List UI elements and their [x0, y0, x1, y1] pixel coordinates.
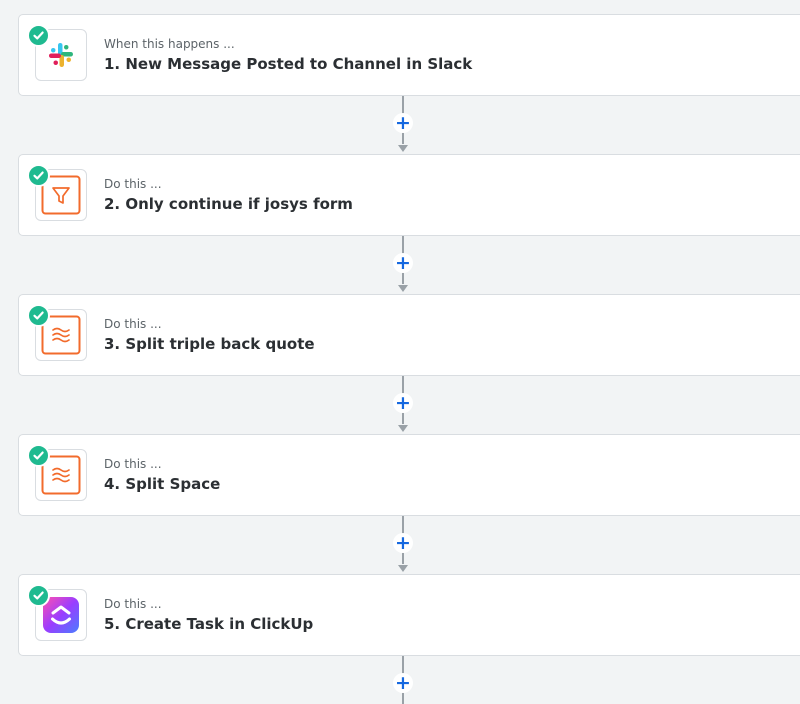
check-icon	[27, 584, 50, 607]
step-kicker: Do this ...	[104, 597, 162, 611]
zap-editor-canvas: When this happens ... 1. New Message Pos…	[0, 0, 800, 704]
step-card-2[interactable]: Do this ... 2. Only continue if josys fo…	[18, 154, 800, 236]
arrow-down-icon	[398, 565, 408, 572]
step-card-4[interactable]: Do this ... 4. Split Space	[18, 434, 800, 516]
add-step-button[interactable]: +	[393, 673, 413, 693]
check-icon	[27, 164, 50, 187]
step-title: 4. Split Space	[104, 475, 221, 493]
arrow-down-icon	[398, 145, 408, 152]
step-kicker: Do this ...	[104, 457, 162, 471]
arrow-down-icon	[398, 425, 408, 432]
add-step-button[interactable]: +	[393, 253, 413, 273]
check-icon	[27, 444, 50, 467]
step-kicker: Do this ...	[104, 317, 162, 331]
step-kicker: Do this ...	[104, 177, 162, 191]
step-card-5[interactable]: Do this ... 5. Create Task in ClickUp	[18, 574, 800, 656]
check-icon	[27, 24, 50, 47]
step-card-1[interactable]: When this happens ... 1. New Message Pos…	[18, 14, 800, 96]
arrow-down-icon	[398, 285, 408, 292]
step-title: 2. Only continue if josys form	[104, 195, 353, 213]
step-card-3[interactable]: Do this ... 3. Split triple back quote	[18, 294, 800, 376]
step-title: 1. New Message Posted to Channel in Slac…	[104, 55, 473, 73]
step-title: 3. Split triple back quote	[104, 335, 315, 353]
check-icon	[27, 304, 50, 327]
step-title: 5. Create Task in ClickUp	[104, 615, 314, 633]
add-step-button[interactable]: +	[393, 113, 413, 133]
step-kicker: When this happens ...	[104, 37, 235, 51]
add-step-button[interactable]: +	[393, 533, 413, 553]
add-step-button[interactable]: +	[393, 393, 413, 413]
